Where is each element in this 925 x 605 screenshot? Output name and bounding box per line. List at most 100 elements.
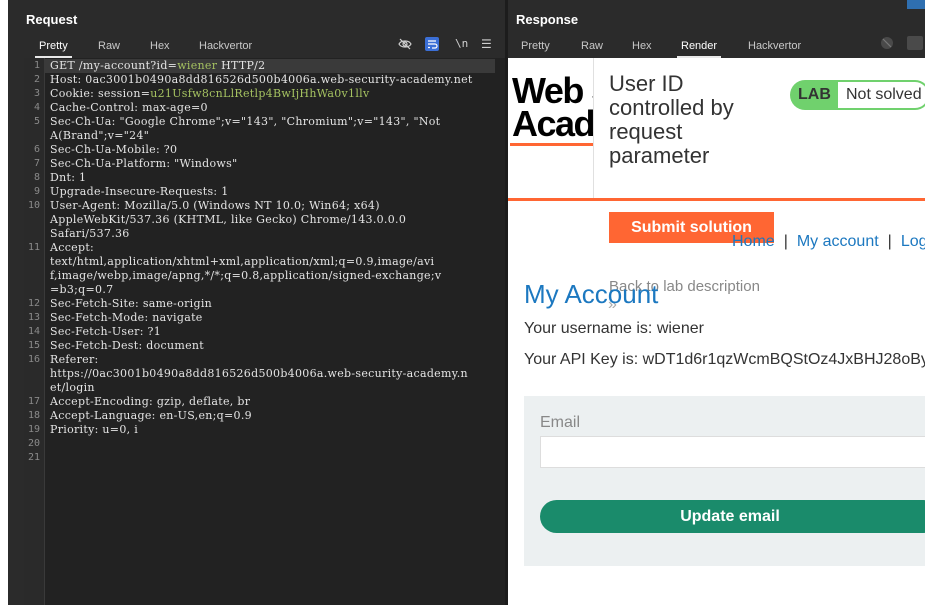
code-line: Safari/537.36 (50, 227, 130, 241)
hide-eye-icon[interactable] (880, 36, 894, 50)
window-left-edge (0, 0, 8, 605)
code-line: Sec-Ch-Ua-Mobile: ?0 (50, 143, 177, 157)
response-tab-hackvertor[interactable]: Hackvertor (748, 38, 801, 54)
header-key: Accept-Encoding: (50, 395, 157, 408)
header-key: Sec-Fetch-Site: (50, 297, 143, 310)
header-value: 1 (79, 171, 87, 184)
header-key: User-Agent: (50, 199, 125, 212)
nav-logout-link[interactable]: Log (901, 233, 925, 250)
header-value: https://0ac3001b0490a8dd816526d500b4006a… (50, 367, 468, 380)
nav-home-link[interactable]: Home (732, 233, 775, 250)
code-line: Sec-Fetch-Site: same-origin (50, 297, 212, 311)
header-value: Safari/537.36 (50, 227, 130, 240)
header-value: gzip, deflate, br (156, 395, 251, 408)
header-value: ?0 (163, 143, 178, 156)
header-key: Host: (50, 73, 86, 86)
lab-status-text: Not solved (846, 86, 922, 103)
line-number: 20 (27, 438, 40, 449)
word-wrap-icon[interactable] (907, 36, 923, 50)
request-tab-pretty[interactable]: Pretty (35, 38, 72, 58)
top-nav: Home | My account | Log (732, 233, 925, 251)
header-key: Referer: (50, 353, 103, 366)
code-line: User-Agent: Mozilla/5.0 (Windows NT 10.0… (50, 199, 380, 213)
code-line: Upgrade-Insecure-Requests: 1 (50, 185, 229, 199)
line-number: 12 (27, 298, 40, 309)
header-key: Dnt: (50, 171, 80, 184)
code-line: Sec-Ch-Ua-Platform: "Windows" (50, 157, 237, 171)
line-number: 6 (33, 144, 40, 155)
lab-title: User ID controlled by request parameter (609, 71, 734, 168)
code-line: Sec-Ch-Ua: "Google Chrome";v="143", "Chr… (50, 115, 440, 129)
header-value: AppleWebKit/537.36 (KHTML, like Gecko) C… (50, 213, 407, 226)
header-key: Sec-Ch-Ua-Mobile: (50, 143, 164, 156)
line-number: 10 (27, 200, 40, 211)
show-newlines-icon[interactable]: \n (455, 37, 469, 51)
code-line: GET /my-account?id=wiener HTTP/2 (50, 59, 265, 73)
line-number: 21 (27, 452, 40, 463)
header-value: wiener (177, 59, 218, 72)
request-tab-raw[interactable]: Raw (98, 38, 120, 54)
response-tab-raw[interactable]: Raw (581, 38, 603, 54)
header-value: Mozilla/5.0 (Windows NT 10.0; Win64; x64… (124, 199, 380, 212)
update-email-button[interactable]: Update email (540, 500, 925, 533)
header-value: u=0, i (102, 423, 139, 436)
header-rule (508, 198, 925, 201)
nav-my-account-link[interactable]: My account (797, 233, 879, 250)
header-key: Sec-Fetch-User: (50, 325, 148, 338)
request-tab-hackvertor[interactable]: Hackvertor (199, 38, 252, 54)
email-input[interactable] (540, 436, 925, 468)
hide-eye-icon[interactable] (398, 37, 412, 51)
code-line: Sec-Fetch-Mode: navigate (50, 311, 203, 325)
code-line: f,image/webp,image/apng,*/*;q=0.8,applic… (50, 269, 441, 283)
response-tab-hex[interactable]: Hex (632, 38, 652, 54)
line-number: 19 (27, 424, 40, 435)
header-value: et/login (50, 381, 95, 394)
header-value: 0ac3001b0490a8dd816526d500b4006a.web-sec… (85, 73, 473, 86)
response-tab-render[interactable]: Render (676, 38, 722, 58)
request-tab-hex[interactable]: Hex (150, 38, 170, 54)
nav-separator: | (887, 233, 892, 250)
header-value: navigate (152, 311, 203, 324)
line-number: 14 (27, 326, 40, 337)
header-key: GET /my-account?id= (50, 59, 178, 72)
line-number: 1 (33, 60, 40, 71)
code-line: AppleWebKit/537.36 (KHTML, like Gecko) C… (50, 213, 406, 227)
menu-icon[interactable]: ☰ (481, 37, 495, 51)
code-line: Cookie: session=u21Usfw8cnLlRetlp4BwIjHh… (50, 87, 369, 101)
response-tab-pretty[interactable]: Pretty (521, 38, 550, 54)
code-line: Dnt: 1 (50, 171, 86, 185)
header-rest: HTTP/2 (217, 59, 266, 72)
page-title: My Account (524, 279, 659, 309)
word-wrap-icon[interactable] (425, 37, 439, 51)
header-value: document (146, 339, 205, 352)
code-line: et/login (50, 381, 95, 395)
line-number: 13 (27, 312, 40, 323)
line-number: 2 (33, 74, 40, 85)
code-line: Accept: (50, 241, 98, 255)
response-title: Response (516, 12, 579, 27)
code-line: Accept-Encoding: gzip, deflate, br (50, 395, 250, 409)
lab-badge-label: LAB (798, 86, 831, 103)
header-key: Sec-Ch-Ua: (50, 115, 120, 128)
header-key: Upgrade-Insecure-Requests: (50, 185, 222, 198)
logo-underline (510, 143, 594, 146)
line-number: 15 (27, 340, 40, 351)
line-number: 3 (33, 88, 40, 99)
line-number: 8 (33, 172, 40, 183)
request-title: Request (26, 12, 78, 27)
code-line: Priority: u=0, i (50, 423, 138, 437)
header-value: f,image/webp,image/apng,*/*;q=0.8,applic… (50, 269, 442, 282)
line-number: 17 (27, 396, 40, 407)
header-key: Accept: (50, 241, 98, 254)
linkedin-icon[interactable] (907, 0, 925, 9)
api-key-line: Your API Key is: wDT1d6r1qzWcmBQStOz4JxB… (524, 351, 925, 368)
header-value: u21Usfw8cnLlRetlp4BwIjHhWa0v1llv (150, 87, 370, 100)
code-line: Cache-Control: max-age=0 (50, 101, 208, 115)
header-value: same-origin (142, 297, 213, 310)
header-value: 1 (221, 185, 229, 198)
header-value: =b3;q=0.7 (50, 283, 114, 296)
update-email-form (524, 396, 925, 566)
line-number: 16 (27, 354, 40, 365)
line-number: 7 (33, 158, 40, 169)
email-label: Email (540, 414, 581, 431)
